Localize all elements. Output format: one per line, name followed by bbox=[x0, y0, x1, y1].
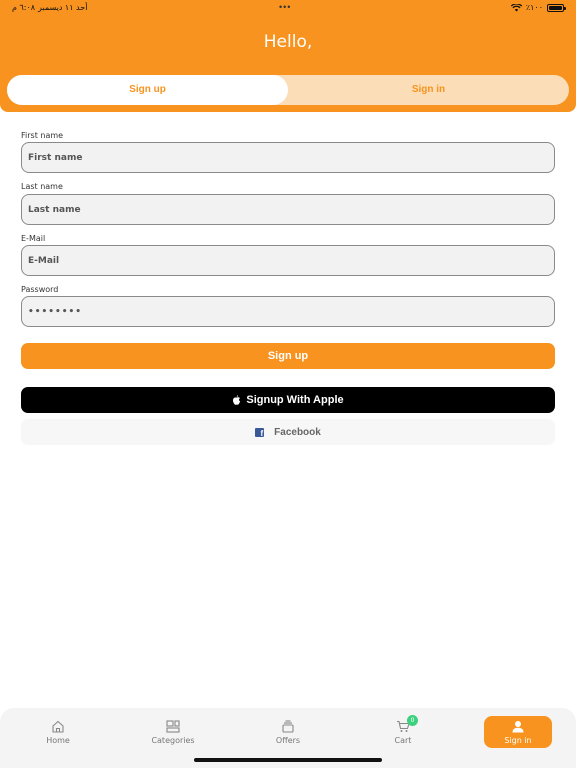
tab-sign-in[interactable]: Sign in bbox=[288, 75, 569, 105]
facebook-icon bbox=[255, 427, 265, 438]
sign-up-button-label: Sign up bbox=[267, 350, 309, 362]
last-name-label: Last name bbox=[21, 182, 63, 191]
battery-icon bbox=[547, 3, 566, 12]
status-right: ٪١٠٠ bbox=[510, 3, 566, 12]
tab-sign-up[interactable]: Sign up bbox=[7, 75, 288, 105]
first-name-field[interactable] bbox=[21, 142, 555, 173]
tab-cart-label: Cart bbox=[394, 735, 412, 745]
tab-categories-label: Categories bbox=[151, 735, 195, 745]
home-icon bbox=[52, 720, 64, 733]
header: ٦:٠٨ م أحد ١١ ديسمبر ••• ٪١٠٠ Hello, Sig… bbox=[0, 0, 576, 112]
status-time: ٦:٠٨ م bbox=[12, 3, 36, 12]
status-bar: ٦:٠٨ م أحد ١١ ديسمبر ••• ٪١٠٠ bbox=[0, 0, 576, 16]
tab-sign-in-nav-label: Sign in bbox=[504, 735, 532, 745]
multitask-dots[interactable]: ••• bbox=[279, 2, 291, 12]
facebook-button-label: Facebook bbox=[274, 426, 321, 438]
tab-offers-label: Offers bbox=[275, 735, 301, 745]
apple-icon bbox=[233, 395, 241, 405]
auth-segmented-control: Sign up Sign in bbox=[7, 75, 569, 105]
facebook-button[interactable]: Facebook bbox=[21, 419, 555, 445]
email-label: E-Mail bbox=[21, 234, 46, 243]
password-label: Password bbox=[21, 285, 59, 294]
wifi-icon bbox=[510, 3, 522, 11]
home-indicator[interactable] bbox=[194, 758, 382, 762]
last-name-field[interactable] bbox=[21, 194, 555, 225]
password-field[interactable] bbox=[21, 296, 555, 327]
tab-home[interactable]: Home bbox=[24, 716, 92, 748]
first-name-label: First name bbox=[21, 131, 64, 140]
tab-sign-in-nav[interactable]: Sign in bbox=[484, 716, 552, 748]
status-date: أحد ١١ ديسمبر bbox=[38, 3, 88, 12]
battery-percent: ٪١٠٠ bbox=[525, 3, 543, 12]
greeting-title: Hello, bbox=[263, 32, 313, 52]
email-field[interactable] bbox=[21, 245, 555, 276]
signup-with-apple-button[interactable]: Signup With Apple bbox=[21, 387, 555, 413]
user-icon bbox=[512, 720, 524, 732]
categories-icon bbox=[166, 719, 180, 733]
tab-categories[interactable]: Categories bbox=[139, 716, 207, 748]
apple-button-label: Signup With Apple bbox=[246, 394, 344, 406]
tab-home-label: Home bbox=[46, 735, 70, 745]
offers-icon bbox=[282, 719, 294, 733]
cart-count-badge: 0 bbox=[407, 715, 418, 726]
tab-offers[interactable]: Offers bbox=[254, 716, 322, 748]
sign-up-button[interactable]: Sign up bbox=[21, 343, 555, 369]
tab-cart[interactable]: 0 Cart bbox=[369, 715, 437, 748]
